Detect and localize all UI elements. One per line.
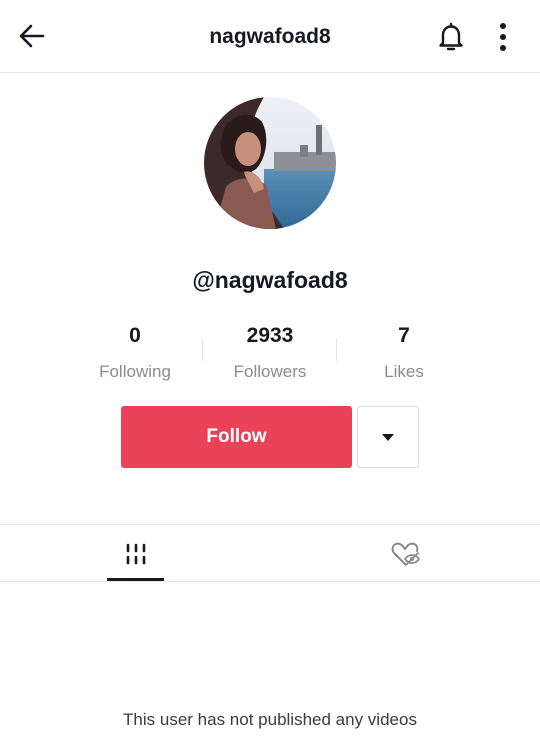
stat-value: 0 [129,324,141,347]
stat-value: 2933 [246,324,294,347]
videos-grid-icon [126,543,145,564]
avatar[interactable] [204,97,336,229]
stat-label: Followers [233,362,307,381]
top-bar: nagwafoad8 [0,0,540,73]
follow-button[interactable]: Follow [121,406,352,468]
caret-down-icon [382,433,394,441]
stat-label: Following [99,362,171,381]
active-tab-indicator [107,578,164,581]
suggested-accounts-button[interactable] [357,406,419,468]
profile-handle: @nagwafoad8 [192,267,348,293]
stat-following[interactable]: 0 Following [65,322,205,382]
content-tabs [0,524,540,582]
notifications-button[interactable] [432,18,470,56]
liked-private-icon [391,542,420,566]
tab-videos[interactable] [107,525,164,582]
stat-value: 7 [398,324,410,347]
more-options-button[interactable] [490,18,516,56]
stat-likes[interactable]: 7 Likes [334,322,474,382]
empty-state-message: This user has not published any videos [123,710,417,729]
tab-liked[interactable] [376,525,433,582]
more-vertical-icon [500,23,506,51]
stat-followers[interactable]: 2933 Followers [200,322,340,382]
bell-icon [439,22,463,51]
stat-label: Likes [384,362,424,381]
profile-photo [204,97,336,229]
